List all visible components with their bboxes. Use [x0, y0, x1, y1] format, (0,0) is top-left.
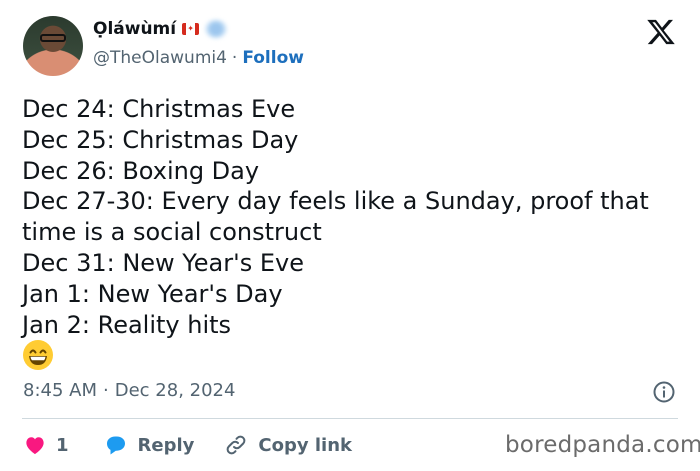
canada-flag-icon: ✦ — [182, 23, 200, 35]
tweet-line: Jan 1: New Year's Day — [22, 279, 283, 308]
tweet-text: Dec 24: Christmas Eve Dec 25: Christmas … — [22, 94, 672, 340]
blurred-emoji-icon — [205, 20, 228, 38]
author-name[interactable]: Ọláwùmí — [93, 19, 176, 39]
avatar[interactable] — [23, 16, 83, 76]
reply-label: Reply — [137, 434, 195, 456]
x-logo-icon[interactable] — [645, 17, 677, 47]
reply-button[interactable]: Reply — [104, 434, 195, 456]
link-icon — [227, 435, 246, 455]
handle-separator: · — [231, 48, 238, 68]
tweet-line: Dec 25: Christmas Day — [22, 125, 299, 154]
tweet-line: Dec 31: New Year's Eve — [22, 248, 304, 277]
timestamp-separator: · — [103, 380, 109, 401]
tweet-actions: 1 Reply Copy link — [24, 431, 352, 459]
follow-button[interactable]: Follow — [242, 48, 304, 68]
tweet-line: Dec 27-30: Every day feels like a Sunday… — [22, 187, 649, 247]
divider — [22, 418, 678, 419]
author-name-row: Ọláwùmí ✦ — [93, 18, 228, 40]
glasses-detail — [40, 34, 66, 42]
tweet-timestamp[interactable]: 8:45 AM · Dec 28, 2024 — [23, 380, 235, 401]
info-icon[interactable] — [652, 380, 676, 404]
copy-link-label: Copy link — [258, 434, 352, 456]
grinning-face-emoji-icon — [23, 340, 53, 370]
tweet-line: Dec 24: Christmas Eve — [22, 95, 296, 123]
heart-icon — [26, 437, 44, 455]
watermark: boredpanda.com — [505, 432, 700, 458]
tweet-card: Ọláwùmí ✦ @TheOlawumi4 · Follow Dec 24: … — [0, 0, 700, 471]
like-button[interactable]: 1 — [24, 435, 69, 456]
author-handle[interactable]: @TheOlawumi4 — [93, 48, 227, 68]
author-handle-row: @TheOlawumi4 · Follow — [93, 48, 304, 68]
tweet-date: Dec 28, 2024 — [114, 380, 236, 401]
like-count: 1 — [56, 434, 69, 456]
reply-bubble-icon — [106, 436, 125, 455]
copy-link-button[interactable]: Copy link — [224, 433, 352, 457]
tweet-time: 8:45 AM — [23, 380, 97, 401]
tweet-line: Dec 26: Boxing Day — [22, 156, 260, 185]
tweet-line: Jan 2: Reality hits — [22, 310, 232, 339]
